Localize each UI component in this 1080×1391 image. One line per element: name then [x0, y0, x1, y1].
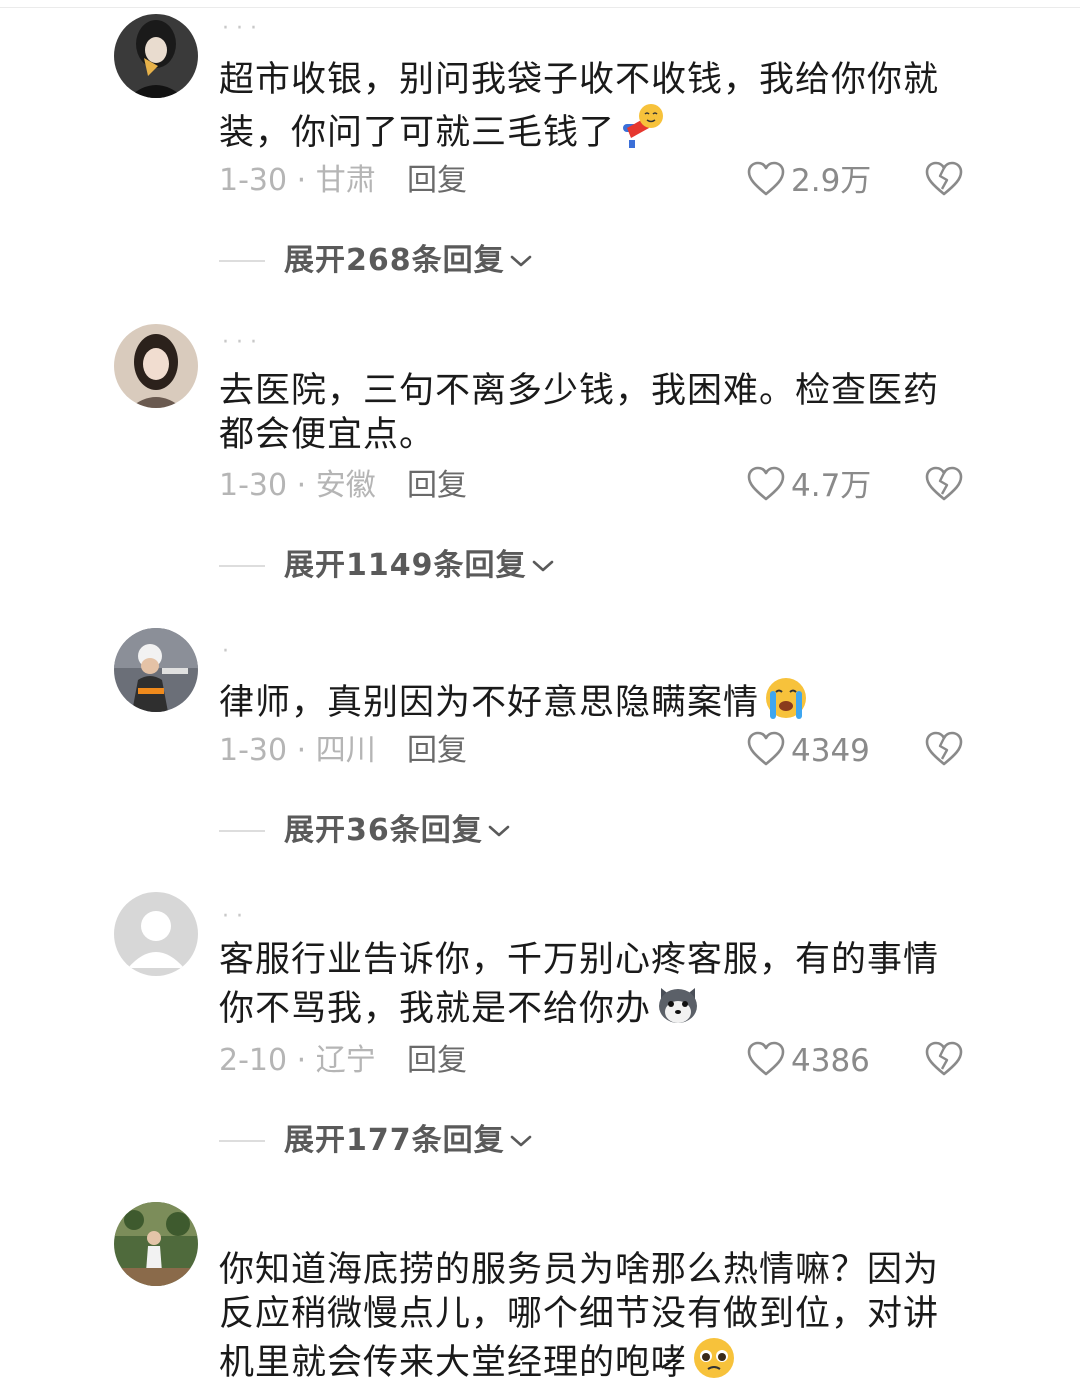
broken-heart-icon: [925, 731, 963, 771]
comment-text-body: 律师，真别因为不好意思隐瞒案情: [219, 683, 760, 723]
like-button[interactable]: 4349: [747, 731, 870, 771]
husky-emoji-icon: [655, 982, 701, 1037]
comment-meta: 2-10 · 辽宁 回复 4386: [219, 1041, 979, 1081]
dislike-button[interactable]: [925, 731, 963, 771]
expand-divider: [219, 1140, 265, 1142]
comment-text: 超市收银，别问我袋子收不收钱，我给你你就装，你问了可就三毛钱了: [219, 58, 939, 161]
comment-text: 客服行业告诉你，千万别心疼客服，有的事情你不骂我，我就是不给你办: [219, 938, 939, 1037]
crying-emoji-icon: [763, 676, 809, 731]
chevron-down-icon: [531, 558, 555, 574]
username[interactable]: · · ·: [222, 18, 257, 40]
reply-button[interactable]: 回复: [407, 466, 467, 506]
reply-button[interactable]: 回复: [407, 731, 467, 771]
comment-meta: 1-30 · 四川 回复 4349: [219, 731, 979, 771]
reply-button[interactable]: 回复: [407, 1041, 467, 1081]
fainting-emoji-icon: [619, 102, 669, 161]
like-button[interactable]: 4386: [747, 1041, 870, 1081]
expand-replies-label: 展开268条回复: [284, 243, 505, 278]
heart-icon: [747, 731, 785, 771]
heart-icon: [747, 466, 785, 506]
reply-button[interactable]: 回复: [407, 161, 467, 201]
avatar[interactable]: [114, 14, 198, 98]
username[interactable]: · ·: [222, 906, 243, 928]
heart-icon: [747, 161, 785, 201]
avatar[interactable]: [114, 892, 198, 976]
expand-replies-label: 展开36条回复: [284, 813, 483, 848]
comment-text-body: 客服行业告诉你，千万别心疼客服，有的事情你不骂我，我就是不给你办: [219, 940, 940, 1029]
pleading-emoji-icon: [691, 1336, 737, 1391]
date-location: 1-30 · 安徽: [219, 468, 376, 503]
like-button[interactable]: 4.7万: [747, 466, 871, 506]
expand-replies-button[interactable]: 展开36条回复: [219, 811, 511, 851]
username[interactable]: ·: [222, 641, 229, 663]
comment-text: 律师，真别因为不好意思隐瞒案情: [219, 676, 939, 731]
dislike-button[interactable]: [925, 161, 963, 201]
avatar[interactable]: [114, 1202, 198, 1286]
broken-heart-icon: [925, 161, 963, 201]
date-location: 1-30 · 四川: [219, 733, 376, 768]
like-count: 4386: [791, 1043, 870, 1079]
top-divider: [0, 7, 1080, 8]
expand-replies-button[interactable]: 展开1149条回复: [219, 546, 555, 586]
comment-text-body: 你知道海底捞的服务员为啥那么热情嘛？因为反应稍微慢点儿，哪个细节没有做到位，对讲…: [219, 1250, 940, 1383]
like-count: 2.9万: [791, 163, 872, 199]
date-location: 1-30 · 甘肃: [219, 163, 376, 198]
dislike-button[interactable]: [925, 1041, 963, 1081]
comment-meta: 1-30 · 安徽 回复 4.7万: [219, 466, 979, 506]
avatar[interactable]: [114, 628, 198, 712]
username[interactable]: · · ·: [222, 332, 257, 354]
expand-replies-label: 展开1149条回复: [284, 548, 527, 583]
like-button[interactable]: 2.9万: [747, 161, 871, 201]
comment-meta: 1-30 · 甘肃 回复 2.9万: [219, 161, 979, 201]
heart-icon: [747, 1041, 785, 1081]
dislike-button[interactable]: [925, 466, 963, 506]
comment-text: 去医院，三句不离多少钱，我困难。检查医药都会便宜点。: [219, 369, 939, 457]
expand-replies-button[interactable]: 展开177条回复: [219, 1121, 533, 1161]
like-count: 4349: [791, 733, 870, 769]
chevron-down-icon: [487, 823, 511, 839]
expand-divider: [219, 830, 265, 832]
expand-divider: [219, 260, 265, 262]
comment-text: 你知道海底捞的服务员为啥那么热情嘛？因为反应稍微慢点儿，哪个细节没有做到位，对讲…: [219, 1248, 939, 1391]
date-location: 2-10 · 辽宁: [219, 1043, 376, 1078]
expand-replies-button[interactable]: 展开268条回复: [219, 241, 533, 281]
broken-heart-icon: [925, 466, 963, 506]
comment-text-body: 去医院，三句不离多少钱，我困难。检查医药都会便宜点。: [219, 371, 940, 455]
chevron-down-icon: [509, 253, 533, 269]
chevron-down-icon: [509, 1133, 533, 1149]
expand-replies-label: 展开177条回复: [284, 1123, 505, 1158]
broken-heart-icon: [925, 1041, 963, 1081]
expand-divider: [219, 565, 265, 567]
like-count: 4.7万: [791, 468, 872, 504]
avatar[interactable]: [114, 324, 198, 408]
comment-text-body: 超市收银，别问我袋子收不收钱，我给你你就装，你问了可就三毛钱了: [219, 60, 940, 153]
